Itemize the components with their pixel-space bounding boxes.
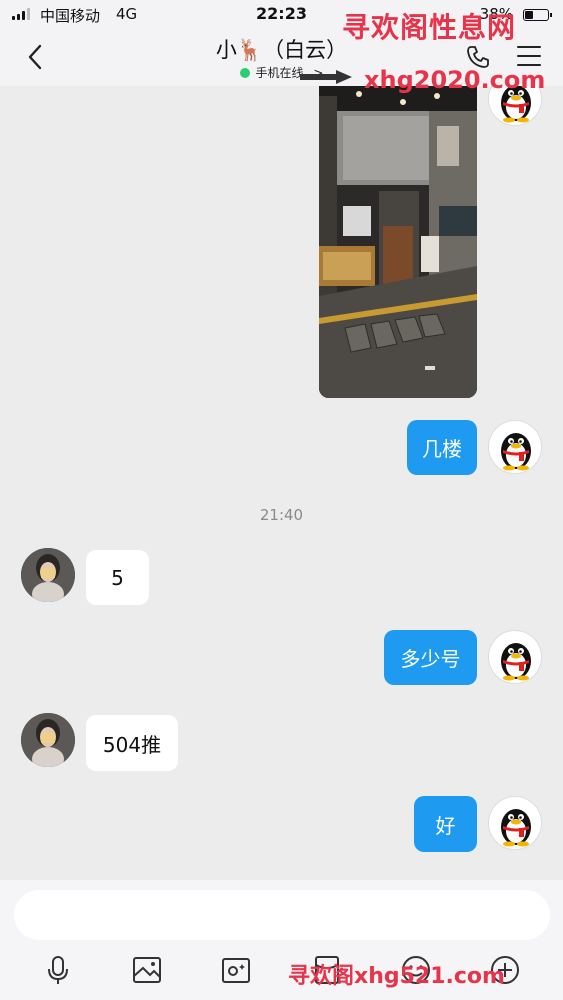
watermark-arrow-icon	[300, 70, 352, 84]
peer-photo-avatar	[21, 713, 75, 767]
image-message[interactable]	[319, 86, 477, 398]
penguin-avatar-icon	[501, 809, 531, 847]
presence-label: 手机在线	[255, 66, 304, 80]
message-bubble-incoming[interactable]: 504推	[86, 715, 178, 771]
peer-photo-avatar	[21, 548, 75, 602]
watermark-top-url: xhg2020.com	[364, 66, 546, 94]
online-dot-icon	[239, 68, 250, 78]
peer-avatar[interactable]	[21, 548, 75, 602]
watermark-bottom: 寻欢阁xhg521.com	[288, 964, 505, 989]
peer-avatar[interactable]	[21, 713, 75, 767]
time-divider: 21:40	[259, 506, 304, 524]
battery-icon	[523, 9, 552, 21]
message-bubble-outgoing[interactable]: 多少号	[384, 630, 477, 685]
street-photo	[319, 86, 477, 398]
watermark-top: 寻欢阁性息网	[342, 11, 517, 44]
message-input[interactable]	[14, 890, 550, 940]
camera-button[interactable]	[220, 954, 252, 986]
photo-button[interactable]	[131, 954, 163, 986]
self-avatar[interactable]	[488, 796, 542, 850]
voice-button[interactable]	[42, 954, 74, 986]
image-icon	[133, 957, 161, 983]
penguin-avatar-icon	[501, 433, 531, 471]
microphone-icon	[48, 956, 68, 984]
message-bubble-outgoing[interactable]: 几楼	[407, 420, 477, 475]
message-bubble-outgoing[interactable]: 好	[414, 796, 477, 852]
menu-button[interactable]	[517, 46, 541, 66]
penguin-avatar-icon	[501, 643, 531, 681]
self-avatar[interactable]	[488, 630, 542, 684]
self-avatar[interactable]	[488, 420, 542, 474]
message-bubble-incoming[interactable]: 5	[86, 550, 149, 605]
message-list[interactable]: 几楼 21:40 5 多少号 504推 好	[0, 86, 563, 880]
camera-icon	[222, 958, 250, 983]
